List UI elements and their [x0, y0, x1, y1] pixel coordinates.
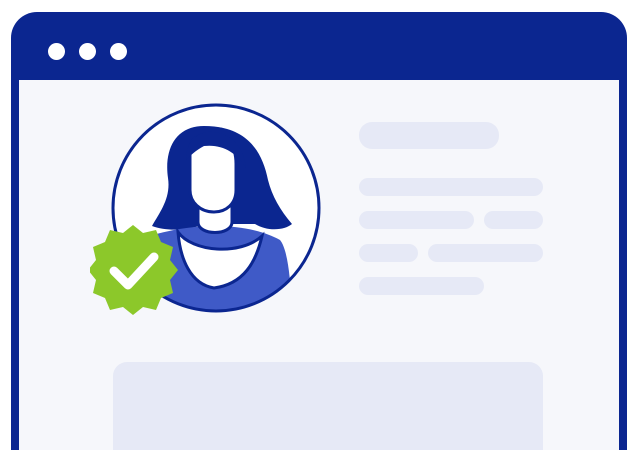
- illustration: [0, 0, 633, 450]
- avatar: [90, 103, 321, 315]
- placeholder-line-3a: [359, 244, 418, 262]
- placeholder-line-2b: [484, 211, 543, 229]
- placeholder-panel: [113, 362, 543, 450]
- placeholder-title: [359, 122, 499, 149]
- window-dot-1: [48, 43, 65, 60]
- placeholder-line-2a: [359, 211, 474, 229]
- placeholder-line-3b: [428, 244, 543, 262]
- placeholder-line-1: [359, 178, 543, 196]
- window-dot-3: [110, 43, 127, 60]
- window-titlebar: [11, 12, 627, 80]
- placeholder-line-4: [359, 277, 484, 295]
- window-dot-2: [79, 43, 96, 60]
